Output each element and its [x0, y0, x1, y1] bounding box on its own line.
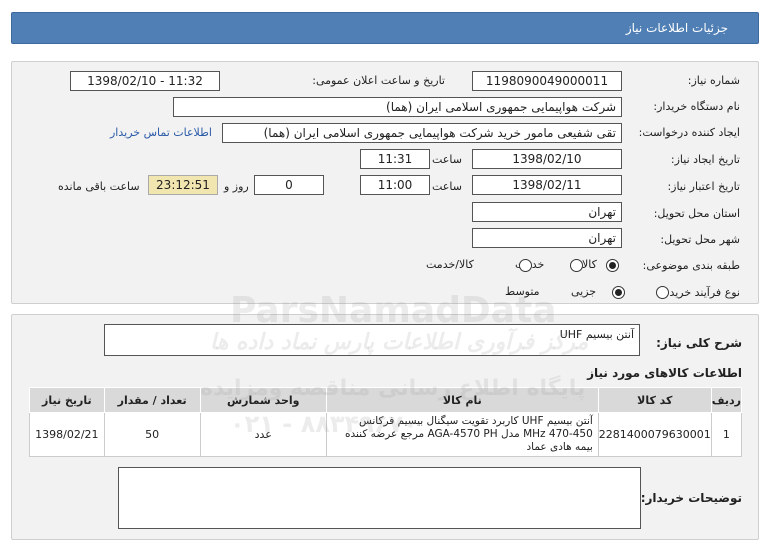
watermark-text: ۰۲۱ - ۸۸۳۴۹۶۷۰: [230, 410, 418, 438]
need-number-field[interactable]: 1198090049000011: [472, 71, 622, 91]
valid-time-label: ساعت: [432, 180, 462, 193]
remaining-time-field: 23:12:51: [148, 175, 218, 195]
remaining-label: ساعت باقی مانده: [58, 180, 140, 193]
valid-time-field[interactable]: 11:00: [360, 175, 430, 195]
col-code-header: کد کالا: [597, 387, 712, 413]
announce-datetime-field[interactable]: 1398/02/10 - 11:32: [70, 71, 220, 91]
cell-qty: 50: [103, 412, 201, 457]
days-label: روز و: [224, 180, 249, 193]
category-option-both: کالا/خدمت: [426, 258, 474, 271]
announce-label: تاریخ و ساعت اعلان عمومی:: [312, 74, 445, 87]
process-medium-radio[interactable]: [612, 285, 625, 299]
province-label: استان محل تحویل:: [653, 207, 740, 220]
requester-label: ایجاد کننده درخواست:: [638, 126, 740, 139]
page-title: جزئیات اطلاعات نیاز: [625, 21, 728, 35]
col-date-header: تاریخ نیاز: [29, 387, 105, 413]
buyer-org-field[interactable]: شرکت هواپیمایی جمهوری اسلامی ایران (هما): [173, 97, 622, 117]
items-section-title: اطلاعات کالاهای مورد نیاز: [587, 366, 742, 380]
province-field[interactable]: تهران: [472, 202, 622, 222]
category-goods-radio[interactable]: [606, 258, 619, 272]
valid-date-label: تاریخ اعتبار نیاز:: [667, 180, 740, 193]
process-option-minor: جزیی: [571, 285, 597, 298]
category-label: طبقه بندی موضوعی:: [642, 259, 740, 272]
cell-date: 1398/02/21: [29, 412, 105, 457]
process-label: نوع فرآیند خرید :: [662, 286, 740, 299]
need-number-label: شماره نیاز:: [687, 74, 740, 87]
process-minor-radio[interactable]: [655, 285, 669, 299]
col-row-header: ردیف: [710, 387, 743, 413]
buyer-org-label: نام دستگاه خریدار:: [653, 100, 740, 113]
summary-label: شرح کلی نیاز:: [656, 336, 742, 350]
buyer-notes-field[interactable]: [118, 467, 641, 529]
contact-info-link[interactable]: اطلاعات تماس خریدار: [110, 126, 212, 139]
buyer-notes-label: توضیحات خریدار:: [640, 491, 742, 505]
remaining-days-field: 0: [254, 175, 324, 195]
category-both-radio[interactable]: [519, 258, 532, 272]
city-field[interactable]: تهران: [472, 228, 622, 248]
watermark-text: مرکز فرآوری اطلاعات پارس نماد داده ها: [210, 330, 589, 355]
create-date-field[interactable]: 1398/02/10: [472, 149, 622, 169]
city-label: شهر محل تحویل:: [660, 233, 740, 246]
create-time-field[interactable]: 11:31: [360, 149, 430, 169]
cell-row: 1: [710, 412, 743, 457]
cell-code: 2281400079630001: [597, 412, 712, 457]
watermark-text: پایگاه اطلاع رسانی مناقصه ومزایده: [200, 376, 586, 401]
page-header: جزئیات اطلاعات نیاز: [11, 12, 759, 44]
watermark-text: ParsNamadData: [230, 290, 557, 331]
category-option-goods: کالا: [582, 258, 597, 271]
create-time-label: ساعت: [432, 153, 462, 166]
requester-field[interactable]: تقی شفیعی مامور خرید شرکت هواپیمایی جمهو…: [222, 123, 622, 143]
col-qty-header: تعداد / مقدار: [103, 387, 201, 413]
category-service-radio[interactable]: [569, 258, 583, 272]
valid-date-field[interactable]: 1398/02/11: [472, 175, 622, 195]
create-date-label: تاریخ ایجاد نیاز:: [670, 153, 740, 166]
